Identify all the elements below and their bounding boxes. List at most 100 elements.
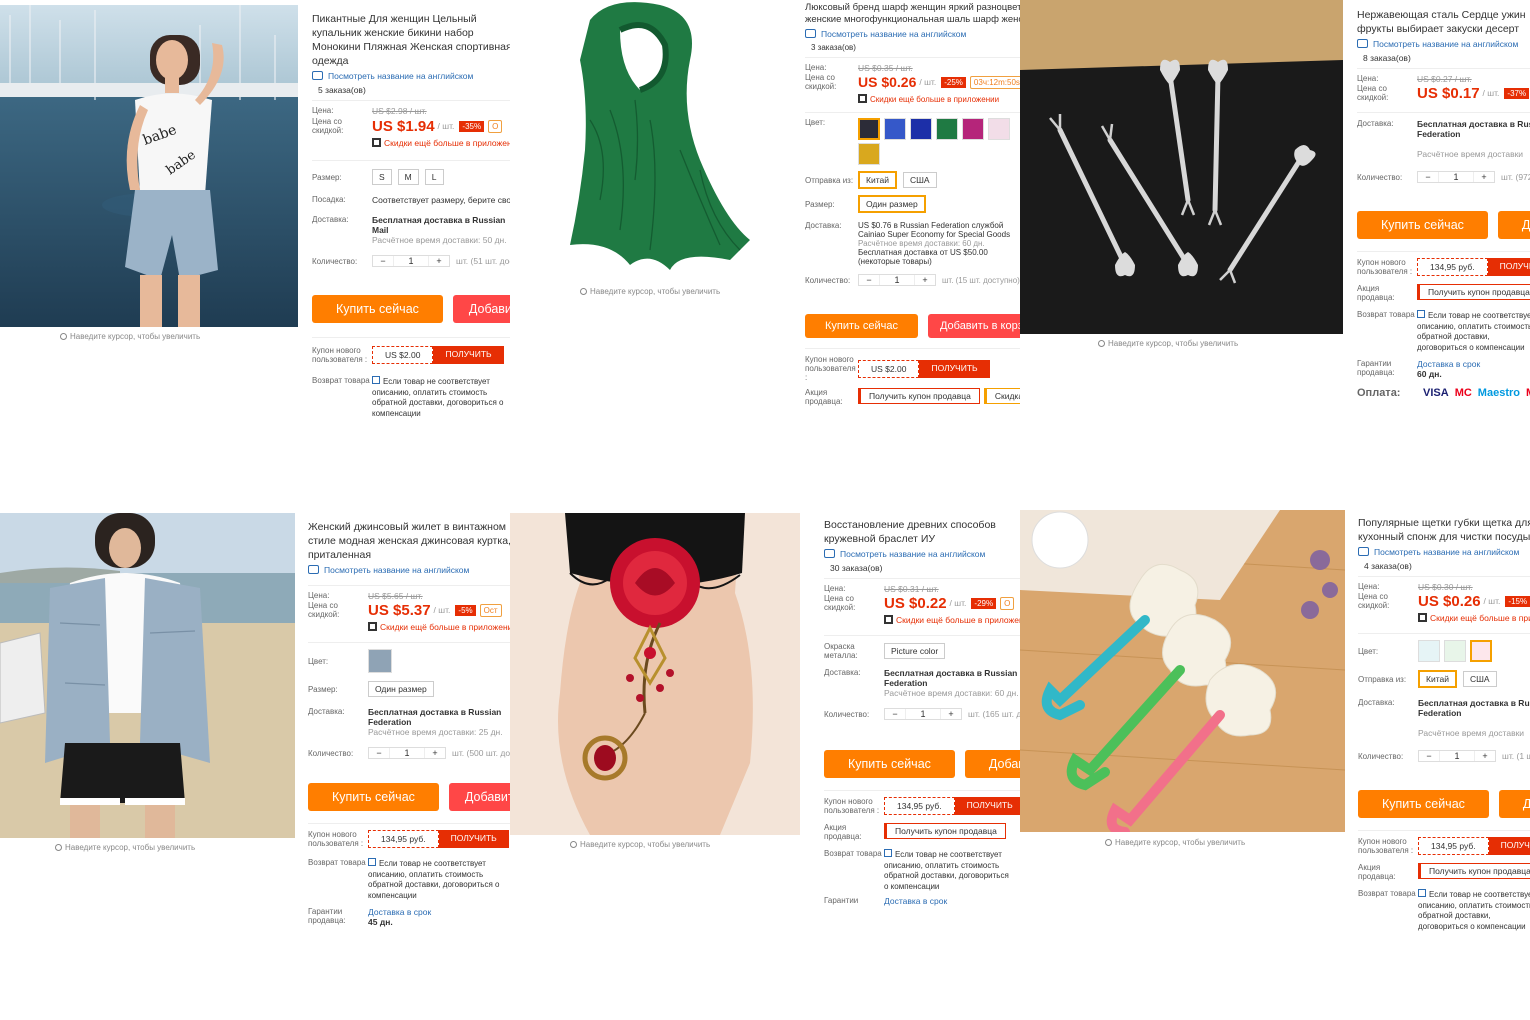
get-coupon-button[interactable]: ПОЛУЧИТЬ — [438, 830, 509, 848]
zoom-hint: Наведите курсор, чтобы увеличить — [1105, 838, 1245, 847]
seller-coupon-dropdown[interactable]: Получить купон продавца — [858, 388, 980, 404]
app-discount-link[interactable]: Скидки ещё больше в приложении — [824, 615, 1020, 625]
size-option-l[interactable]: L — [424, 169, 444, 185]
delivery-method[interactable]: Бесплатная доставка в Russian Federation — [884, 668, 1020, 688]
add-to-cart-button[interactable]: Добавить в корзину — [448, 783, 510, 811]
app-discount-link[interactable]: Скидки ещё больше в приложении — [1358, 613, 1530, 623]
qty-input[interactable]: 1 — [393, 256, 429, 266]
product-image[interactable] — [1020, 510, 1345, 832]
color-swatch[interactable] — [910, 118, 932, 140]
qty-input[interactable]: 1 — [879, 275, 915, 285]
buy-now-button[interactable]: Купить сейчас — [824, 750, 955, 778]
qty-plus-button[interactable]: + — [1475, 751, 1495, 761]
app-discount-link[interactable]: Скидки ещё больше в приложении — [312, 138, 510, 148]
buy-now-button[interactable]: Купить сейчас — [805, 314, 918, 338]
product-image[interactable] — [550, 0, 765, 280]
size-option-s[interactable]: S — [372, 169, 392, 185]
view-english-link[interactable]: Посмотреть название на английском — [1358, 547, 1530, 557]
ship-from-label: Отправка из: — [805, 175, 854, 185]
get-coupon-button[interactable]: ПОЛУЧИТЬ — [1488, 837, 1530, 855]
seller-discount[interactable]: Скидка — [983, 388, 1020, 404]
color-swatch[interactable] — [1418, 640, 1440, 662]
delivery-method[interactable]: Бесплатная доставка в Russian Mail — [372, 215, 510, 235]
view-english-link[interactable]: Посмотреть название на английском — [308, 565, 510, 575]
product-tile-bracelet: Наведите курсор, чтобы увеличить — [510, 510, 810, 855]
size-option[interactable]: Один размер — [858, 195, 926, 213]
add-to-cart-button[interactable]: Добавить в корзину — [964, 750, 1020, 778]
qty-input[interactable]: 1 — [389, 748, 425, 758]
color-swatch[interactable] — [1444, 640, 1466, 662]
qty-plus-button[interactable]: + — [429, 256, 449, 266]
qty-minus-button[interactable]: − — [859, 275, 879, 285]
view-english-link[interactable]: Посмотреть название на английском — [805, 29, 1020, 39]
price-label: Цена: — [312, 106, 334, 115]
get-coupon-button[interactable]: ПОЛУЧИТЬ — [1487, 258, 1530, 276]
add-to-cart-button[interactable]: Добавить в корзину — [1497, 211, 1530, 239]
view-english-link[interactable]: Посмотреть название на английском — [312, 71, 510, 81]
color-swatch[interactable] — [858, 143, 880, 165]
qty-plus-button[interactable]: + — [915, 275, 935, 285]
add-to-cart-button[interactable]: Добавить в корзину — [927, 314, 1020, 338]
color-swatch[interactable] — [858, 118, 880, 140]
product-image[interactable] — [1020, 0, 1343, 334]
qty-minus-button[interactable]: − — [369, 748, 389, 758]
seller-coupon-dropdown[interactable]: Получить купон продавца — [1418, 863, 1530, 879]
product-image[interactable] — [510, 513, 800, 835]
product-image[interactable]: babe babe — [0, 5, 298, 327]
qty-plus-button[interactable]: + — [425, 748, 445, 758]
ship-from-china[interactable]: Китай — [1418, 670, 1457, 688]
color-swatch[interactable] — [884, 118, 906, 140]
add-to-cart-button[interactable]: Добавить в корзину — [1498, 790, 1530, 818]
seller-coupon-dropdown[interactable]: Получить купон продавца — [884, 823, 1006, 839]
app-discount-link[interactable]: Скидки ещё больше в приложении — [308, 622, 510, 632]
add-to-cart-button[interactable]: Добавить в корзину — [452, 295, 510, 323]
buy-now-button[interactable]: Купить сейчас — [312, 295, 443, 323]
delivery-method[interactable]: Бесплатная доставка в Russian Federation — [1418, 698, 1530, 718]
buy-now-button[interactable]: Купить сейчас — [1358, 790, 1489, 818]
qty-input[interactable]: 1 — [1439, 751, 1475, 761]
get-coupon-button[interactable]: ПОЛУЧИТЬ — [433, 346, 504, 364]
qty-minus-button[interactable]: − — [373, 256, 393, 266]
color-swatch[interactable] — [962, 118, 984, 140]
delivery-method[interactable]: Бесплатная доставка в Russian Federation — [368, 707, 510, 727]
ship-from-usa[interactable]: США — [1462, 671, 1497, 687]
discount-badge: -15% — [1505, 595, 1530, 607]
qty-plus-button[interactable]: + — [941, 709, 961, 719]
magnifier-icon — [570, 841, 577, 848]
color-swatch[interactable] — [936, 118, 958, 140]
product-image[interactable] — [0, 513, 295, 838]
price-label: Цена: — [824, 584, 846, 593]
qty-minus-button[interactable]: − — [885, 709, 905, 719]
magnifier-icon — [580, 288, 587, 295]
seller-coupon-dropdown[interactable]: Получить купон продавца — [1417, 284, 1530, 300]
ship-from-china[interactable]: Китай — [858, 171, 897, 189]
qty-minus-button[interactable]: − — [1418, 172, 1438, 182]
view-english-link[interactable]: Посмотреть название на английском — [1357, 39, 1530, 49]
zoom-hint: Наведите курсор, чтобы увеличить — [60, 332, 200, 341]
qty-label: Количество: — [308, 748, 354, 758]
app-discount-text: Скидки ещё больше в приложении — [1430, 613, 1530, 623]
qty-plus-button[interactable]: + — [1474, 172, 1494, 182]
qty-minus-button[interactable]: − — [1419, 751, 1439, 761]
coupon-amount: 134,95 руб. — [884, 797, 955, 815]
zoom-hint: Наведите курсор, чтобы увеличить — [55, 843, 195, 852]
per-unit: / шт. — [433, 605, 451, 615]
color-swatch[interactable] — [1470, 640, 1492, 662]
sale-price-label: Цена со скидкой: — [1357, 84, 1389, 102]
size-option[interactable]: Один размер — [368, 681, 434, 697]
delivery-method[interactable]: Бесплатная доставка в Russian Federation — [1417, 119, 1530, 139]
color-swatch[interactable] — [988, 118, 1010, 140]
color-swatch[interactable] — [368, 649, 392, 673]
view-english-link[interactable]: Посмотреть название на английском — [824, 549, 1020, 559]
size-option-m[interactable]: M — [397, 169, 419, 185]
metal-color-option[interactable]: Picture color — [884, 643, 946, 659]
qty-input[interactable]: 1 — [1438, 172, 1474, 182]
delivery-method[interactable]: US $0.76 в Russian Federation службой Ca… — [858, 221, 1020, 239]
qty-input[interactable]: 1 — [905, 709, 941, 719]
get-coupon-button[interactable]: ПОЛУЧИТЬ — [919, 359, 990, 378]
app-discount-link[interactable]: Скидки ещё больше в приложении — [805, 94, 1020, 104]
buy-now-button[interactable]: Купить сейчас — [308, 783, 439, 811]
buy-now-button[interactable]: Купить сейчас — [1357, 211, 1488, 239]
ship-from-usa[interactable]: США — [902, 172, 937, 188]
get-coupon-button[interactable]: ПОЛУЧИТЬ — [954, 797, 1020, 815]
